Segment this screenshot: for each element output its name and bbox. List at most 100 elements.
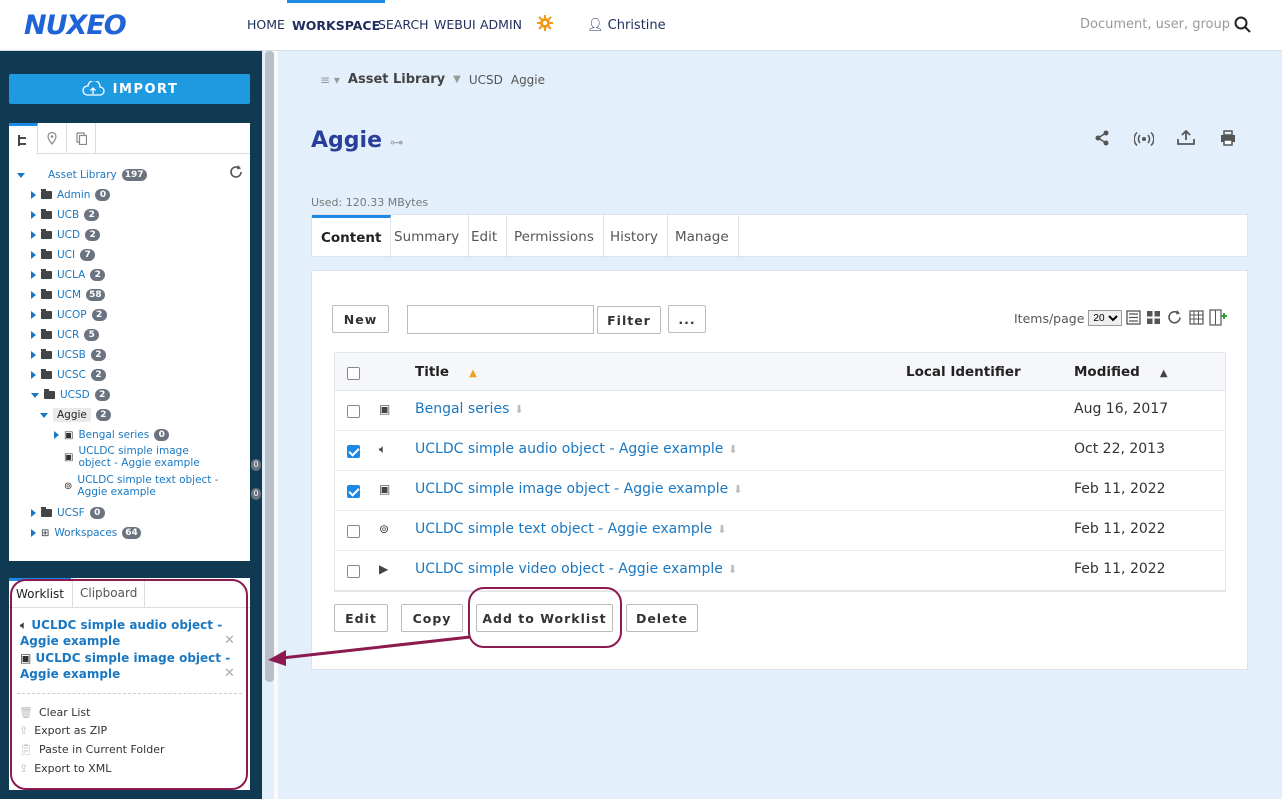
nav-search[interactable]: SEARCH — [378, 0, 429, 51]
nuxeo-logo[interactable]: NUXEO — [24, 10, 127, 41]
tab-history[interactable]: History — [601, 215, 669, 258]
breadcrumb-item[interactable]: Aggie — [511, 73, 545, 87]
tree-item[interactable]: ▣ Bengal series 0 — [54, 426, 170, 444]
row-checkbox[interactable] — [347, 565, 360, 578]
tree-root[interactable]: Asset Library 197 — [17, 166, 147, 184]
column-title[interactable]: Title ▲ — [415, 364, 477, 380]
tab-content[interactable]: Content — [312, 215, 392, 258]
tree-item[interactable]: Admin 0 — [31, 186, 111, 204]
import-button[interactable]: IMPORT — [9, 74, 250, 104]
list-view-icon[interactable] — [1126, 310, 1141, 325]
expand-icon[interactable] — [31, 191, 36, 199]
collapse-icon[interactable] — [40, 412, 48, 418]
tree-item[interactable]: UCSD 2 — [31, 386, 110, 404]
tree-item[interactable]: UCD 2 — [31, 226, 101, 244]
download-icon[interactable]: ⬇ — [717, 523, 726, 536]
expand-icon[interactable] — [31, 251, 36, 259]
copy-button[interactable]: Copy — [401, 604, 463, 632]
spreadsheet-icon[interactable] — [1189, 310, 1204, 325]
nav-home[interactable]: HOME — [247, 0, 285, 51]
tree-item[interactable]: ⊞ Workspaces 64 — [31, 524, 141, 542]
nav-workspace[interactable]: WORKSPACE — [287, 0, 386, 51]
nav-admin[interactable]: ADMIN — [480, 0, 522, 51]
expand-icon[interactable] — [31, 311, 36, 319]
tree-item[interactable]: UCB 2 — [31, 206, 100, 224]
expand-icon[interactable] — [54, 431, 59, 439]
download-icon[interactable]: ⬇ — [733, 483, 742, 496]
expand-icon[interactable] — [31, 211, 36, 219]
tab-summary[interactable]: Summary — [385, 215, 470, 258]
nav-webui[interactable]: WEBUI — [434, 0, 476, 51]
row-title-link[interactable]: UCLDC simple image object - Aggie exampl… — [415, 481, 742, 497]
tree-item[interactable]: UCR 5 — [31, 326, 100, 344]
user-menu[interactable]: 👤︎ Christine — [587, 0, 666, 51]
table-row[interactable]: 🔈︎ UCLDC simple audio object - Aggie exam… — [335, 431, 1225, 471]
print-icon[interactable] — [1220, 130, 1236, 146]
column-modified[interactable]: Modified ▲ — [1074, 364, 1168, 380]
tab-permissions[interactable]: Permissions — [505, 215, 604, 258]
select-all-checkbox[interactable] — [347, 367, 360, 380]
tree-item[interactable]: ▣ UCLDC simple image object - Aggie examp… — [54, 445, 223, 469]
tree-item[interactable]: UCSF 0 — [31, 504, 105, 522]
row-title-link[interactable]: UCLDC simple text object - Aggie example… — [415, 521, 726, 537]
search-icon[interactable] — [1234, 16, 1252, 34]
row-title-link[interactable]: UCLDC simple audio object - Aggie exampl… — [415, 441, 738, 457]
export-icon[interactable] — [1177, 130, 1195, 146]
menu-icon[interactable]: ≡ ▾ — [320, 73, 340, 87]
tree-item[interactable]: Aggie 2 — [40, 406, 111, 424]
table-row[interactable]: ⊚ UCLDC simple text object - Aggie exampl… — [335, 511, 1225, 551]
table-row[interactable]: ▶ UCLDC simple video object - Aggie examp… — [335, 551, 1225, 591]
tree-item[interactable]: UCM 58 — [31, 286, 105, 304]
filter-button[interactable]: Filter — [597, 306, 661, 334]
subscribe-icon[interactable] — [1134, 131, 1154, 147]
add-columns-icon[interactable] — [1209, 309, 1227, 326]
tree-item[interactable]: UCI 7 — [31, 246, 96, 264]
panel-divider[interactable] — [274, 51, 278, 799]
refresh-icon[interactable] — [229, 165, 243, 179]
collapse-icon[interactable] — [31, 392, 39, 398]
grid-view-icon[interactable] — [1147, 311, 1160, 324]
row-checkbox[interactable] — [347, 485, 360, 498]
edit-button[interactable]: Edit — [334, 604, 388, 632]
table-row[interactable]: ▣ Bengal series ⬇ Aug 16, 2017 — [335, 391, 1225, 431]
tab-edit[interactable]: Edit — [462, 215, 508, 258]
expand-icon[interactable] — [31, 351, 36, 359]
expand-icon[interactable] — [31, 371, 36, 379]
download-icon[interactable]: ⬇ — [514, 403, 523, 416]
share-icon[interactable] — [1094, 130, 1110, 146]
download-icon[interactable]: ⬇ — [728, 563, 737, 576]
table-row[interactable]: ▣ UCLDC simple image object - Aggie examp… — [335, 471, 1225, 511]
expand-icon[interactable] — [31, 271, 36, 279]
sidebar-scrollbar[interactable] — [265, 51, 274, 682]
header-search-input[interactable]: Document, user, group — [1070, 17, 1230, 32]
expand-icon[interactable] — [31, 529, 36, 537]
expand-icon[interactable] — [31, 509, 36, 517]
dev-gear-icon[interactable] — [537, 15, 553, 31]
row-checkbox[interactable] — [347, 445, 360, 458]
tree-item[interactable]: UCOP 2 — [31, 306, 107, 324]
chevron-down-icon[interactable]: ▼ — [453, 74, 461, 85]
filter-input[interactable] — [407, 305, 594, 334]
new-button[interactable]: New — [332, 305, 389, 333]
link-icon[interactable]: ⊶ — [390, 135, 404, 151]
refresh-icon[interactable] — [1167, 310, 1182, 325]
more-filters-button[interactable]: ... — [668, 305, 706, 333]
tab-location[interactable] — [38, 123, 67, 154]
breadcrumb-item[interactable]: UCSD — [469, 73, 503, 87]
row-title-link[interactable]: UCLDC simple video object - Aggie exampl… — [415, 561, 737, 577]
items-per-page-select[interactable]: 20 — [1088, 310, 1123, 326]
tree-item[interactable]: UCSC 2 — [31, 366, 107, 384]
breadcrumb-item[interactable]: Asset Library — [348, 72, 445, 87]
expand-icon[interactable] — [31, 231, 36, 239]
tree-item[interactable]: UCLA 2 — [31, 266, 106, 284]
expand-icon[interactable] — [31, 331, 36, 339]
tree-item[interactable]: UCSB 2 — [31, 346, 106, 364]
tab-tree[interactable] — [9, 123, 38, 154]
row-checkbox[interactable] — [347, 525, 360, 538]
row-title-link[interactable]: Bengal series ⬇ — [415, 401, 524, 417]
download-icon[interactable]: ⬇ — [728, 443, 737, 456]
tree-item[interactable]: ⊚ UCLDC simple text object - Aggie exampl… — [54, 474, 222, 498]
tab-copies[interactable] — [67, 123, 96, 154]
row-checkbox[interactable] — [347, 405, 360, 418]
delete-button[interactable]: Delete — [626, 604, 698, 632]
